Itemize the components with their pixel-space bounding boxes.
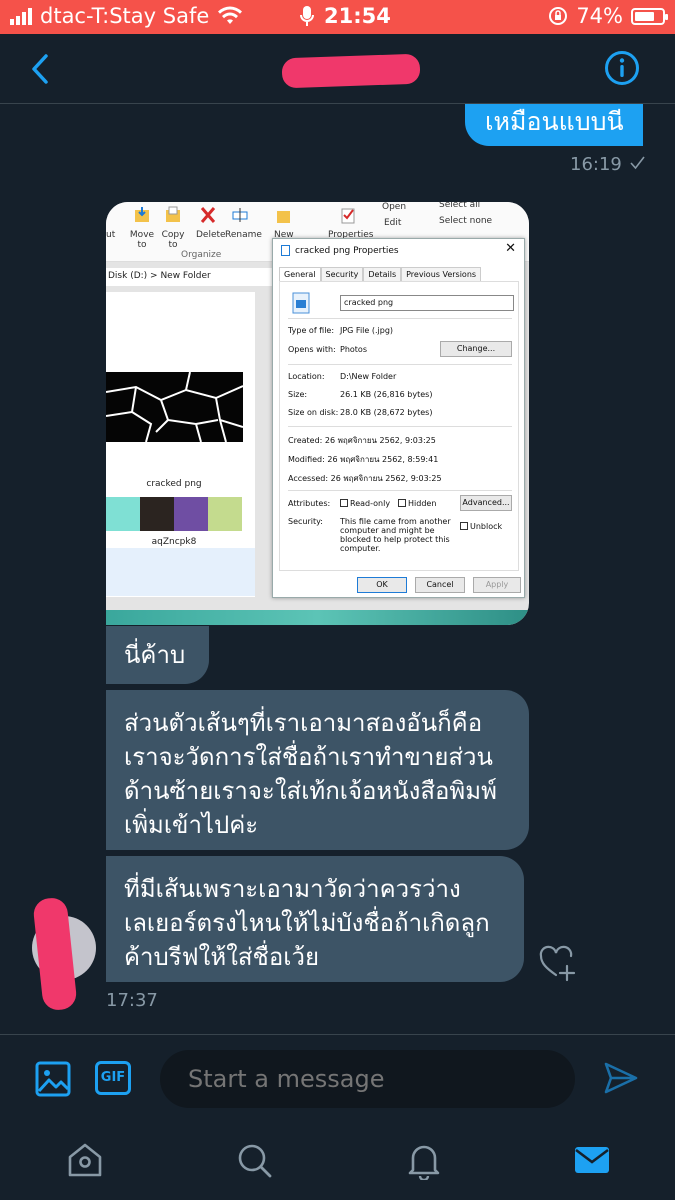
file-label: aqZncpk8 bbox=[151, 537, 197, 547]
image-icon[interactable] bbox=[35, 1061, 71, 1097]
battery-icon bbox=[631, 7, 668, 25]
message-timestamp: 17:37 bbox=[106, 990, 158, 1011]
address-bar: Disk (D:) > New Folder bbox=[106, 268, 272, 286]
conversation-header bbox=[0, 34, 675, 104]
delete-x-icon bbox=[200, 207, 216, 223]
image-file-icon bbox=[292, 292, 310, 314]
carrier-label: dtac-T:Stay Safe bbox=[40, 4, 210, 28]
add-reaction-heart-icon[interactable] bbox=[538, 944, 578, 982]
chevron-left-icon[interactable] bbox=[26, 52, 56, 86]
check-icon bbox=[630, 156, 645, 170]
home-icon[interactable] bbox=[65, 1140, 105, 1180]
incoming-message[interactable]: ที่มีเส้นเพราะเอามาวัดว่าควรว่างเลเยอร์ต… bbox=[106, 856, 524, 982]
notifications-bell-icon[interactable] bbox=[404, 1140, 444, 1180]
status-bar: dtac-T:Stay Safe 21:54 74% bbox=[0, 0, 675, 34]
battery-percent: 74% bbox=[576, 4, 623, 28]
checkbox-icon bbox=[340, 499, 348, 507]
orientation-lock-icon bbox=[549, 7, 568, 25]
move-folder-icon bbox=[135, 207, 149, 222]
palette-thumbnail bbox=[106, 497, 242, 531]
message-composer: GIF bbox=[0, 1034, 675, 1126]
message-timestamp: 16:19 bbox=[570, 154, 646, 175]
checkbox-icon bbox=[398, 499, 406, 507]
send-icon[interactable] bbox=[603, 1061, 639, 1095]
rename-icon bbox=[232, 208, 248, 222]
incoming-message[interactable]: ส่วนตัวเส้นๆที่เราเอามาสองอันก็คือเราจะว… bbox=[106, 690, 529, 850]
search-icon[interactable] bbox=[234, 1140, 274, 1180]
info-icon[interactable] bbox=[604, 50, 640, 86]
redacted-contact-name bbox=[281, 53, 421, 89]
checkbox-icon bbox=[460, 522, 468, 530]
redacted-avatar-overlay bbox=[32, 896, 78, 1012]
wifi-icon bbox=[218, 6, 243, 24]
file-icon bbox=[281, 245, 290, 256]
desktop-strip bbox=[106, 610, 529, 625]
file-label: cracked png bbox=[146, 479, 202, 489]
selection-highlight bbox=[106, 548, 255, 596]
signal-icon bbox=[10, 7, 32, 25]
image-attachment[interactable]: ut Move to Copy to Delete Rename New Pro… bbox=[106, 202, 529, 625]
battery-level bbox=[635, 11, 654, 21]
messages-envelope-icon[interactable] bbox=[572, 1140, 612, 1180]
properties-check-icon bbox=[341, 208, 355, 224]
file-pane: cracked png aqZncpk8 bbox=[106, 292, 255, 597]
new-folder-icon bbox=[277, 211, 290, 223]
cracked-thumbnail bbox=[106, 372, 243, 442]
bottom-tab-bar bbox=[0, 1126, 675, 1200]
crack-pattern-icon bbox=[106, 372, 243, 442]
properties-dialog: cracked png Properties ✕ General Securit… bbox=[272, 238, 525, 598]
dialog-tabs: General Security Details Previous Versio… bbox=[279, 267, 482, 281]
incoming-message[interactable]: นี่ค้าบ bbox=[106, 626, 209, 684]
microphone-icon bbox=[300, 6, 314, 26]
message-input[interactable] bbox=[160, 1050, 575, 1108]
gif-button[interactable]: GIF bbox=[95, 1061, 131, 1095]
copy-folder-icon bbox=[166, 206, 180, 222]
close-icon: ✕ bbox=[505, 241, 516, 256]
clock: 21:54 bbox=[324, 4, 391, 28]
